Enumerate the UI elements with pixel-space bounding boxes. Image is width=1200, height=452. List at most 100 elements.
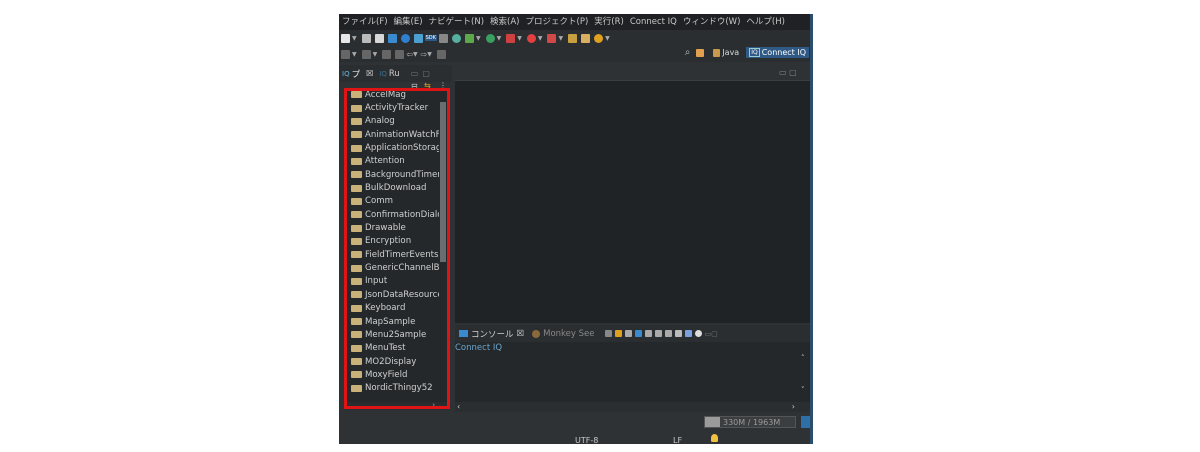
memory-indicator: 330M / 1963M [704, 416, 796, 428]
scroll-right-icon[interactable]: › [432, 401, 435, 409]
lightbulb-icon[interactable] [711, 434, 718, 442]
tree-item[interactable]: Drawable [345, 221, 439, 234]
prev-annotation-icon[interactable] [395, 49, 405, 59]
font-icon[interactable] [684, 329, 692, 337]
display-console-icon[interactable] [644, 329, 652, 337]
tree-item[interactable]: Attention [345, 155, 439, 168]
tab-monkey-see-label: Monkey See [543, 328, 595, 339]
tree-horizontal-scrollbar[interactable]: › [345, 401, 449, 410]
menu-navigate[interactable]: ナビゲート(N) [426, 14, 488, 30]
close-tab-icon[interactable]: ☒ [366, 69, 373, 78]
scroll-lock-icon[interactable] [614, 329, 622, 337]
tree-item[interactable]: Analog [345, 115, 439, 128]
tree-vertical-scrollbar[interactable] [440, 102, 446, 262]
monkey-icon[interactable] [451, 33, 461, 43]
tree-item[interactable]: Comm [345, 195, 439, 208]
open-task-icon[interactable] [581, 33, 591, 43]
tree-item[interactable]: AnimationWatchFa [345, 128, 439, 141]
perspective-java[interactable]: Java [710, 47, 742, 58]
gear-icon[interactable] [694, 329, 702, 337]
debug-icon[interactable] [464, 33, 474, 43]
back-arrow-icon[interactable]: ⇦ [406, 50, 413, 59]
editor-minmax-icon[interactable]: ▭ ▢ [779, 68, 797, 77]
pin-icon[interactable] [361, 49, 371, 59]
menu-run[interactable]: 実行(R) [591, 14, 627, 30]
settings-icon[interactable] [400, 33, 410, 43]
tree-item[interactable]: ApplicationStorage [345, 141, 439, 154]
pin-console-icon[interactable] [634, 329, 642, 337]
garbage-collect-icon[interactable] [801, 416, 810, 428]
stop-icon[interactable] [526, 33, 536, 43]
console-vertical-scrollbar[interactable]: ˄ ˅ [801, 354, 809, 398]
console-minmax-icon[interactable]: ▭▢ [705, 330, 718, 338]
tree-item[interactable]: Menu2Sample [345, 328, 439, 341]
scroll-left-icon[interactable]: ‹ [457, 402, 460, 411]
external-tools-icon[interactable] [506, 33, 516, 43]
menu-file[interactable]: ファイル(F) [339, 14, 391, 30]
tree-item[interactable]: GenericChannelBur [345, 261, 439, 274]
tab-project-explorer[interactable]: IQ プ ☒ [339, 68, 376, 80]
tree-item[interactable]: BackgroundTimer [345, 168, 439, 181]
save-icon[interactable] [361, 33, 371, 43]
open-console-icon[interactable] [654, 329, 662, 337]
copy-icon[interactable] [674, 329, 682, 337]
new-icon[interactable] [341, 33, 350, 43]
word-wrap-icon[interactable] [624, 329, 632, 337]
console-panel[interactable]: Connect IQ ˄ ˅ ‹ › [455, 342, 811, 412]
menu-connect-iq[interactable]: Connect IQ [627, 14, 680, 30]
clear-console-icon[interactable] [604, 329, 612, 337]
editor-area[interactable] [455, 80, 811, 323]
tree-item[interactable]: ConfirmationDialog [345, 208, 439, 221]
scroll-down-icon[interactable]: ˅ [801, 386, 805, 394]
next-annotation-icon[interactable] [382, 49, 392, 59]
menu-search[interactable]: 検索(A) [487, 14, 522, 30]
open-perspective-icon[interactable] [696, 48, 705, 57]
folder-icon [351, 91, 362, 99]
build-icon[interactable] [413, 33, 423, 43]
menu-window[interactable]: ウィンドウ(W) [680, 14, 744, 30]
tree-item[interactable]: Keyboard [345, 302, 439, 315]
perspective-connect-iq[interactable]: IQ Connect IQ [746, 47, 809, 58]
device-icon[interactable] [438, 33, 448, 43]
tree-item[interactable]: Input [345, 275, 439, 288]
scroll-right-icon[interactable]: › [792, 402, 795, 411]
tab-monkey-see[interactable]: Monkey See [528, 329, 598, 339]
open-type-icon[interactable] [568, 33, 578, 43]
tree-item[interactable]: AccelMag [345, 88, 439, 101]
tree-item[interactable]: NordicThingy52 [345, 382, 439, 395]
project-tree: AccelMag ActivityTracker Analog Animatio… [345, 88, 439, 395]
tree-item[interactable]: BulkDownload [345, 181, 439, 194]
menu-edit[interactable]: 編集(E) [391, 14, 426, 30]
search-icon[interactable] [594, 33, 604, 43]
tree-item-label: MapSample [365, 316, 416, 327]
save-all-icon[interactable] [374, 33, 384, 43]
menu-help[interactable]: ヘルプ(H) [743, 14, 788, 30]
terminal-icon[interactable] [387, 33, 397, 43]
scroll-up-icon[interactable]: ˄ [801, 354, 805, 362]
quick-access-search-icon[interactable]: ⌕ [685, 47, 691, 58]
menu-project[interactable]: プロジェクト(P) [523, 14, 592, 30]
tree-item[interactable]: JsonDataResources [345, 288, 439, 301]
close-tab-icon[interactable]: ☒ [517, 329, 525, 339]
sdk-manager-icon[interactable]: SDK [424, 35, 437, 41]
tree-item[interactable]: MoxyField [345, 368, 439, 381]
tab-run[interactable]: IQ Ru [376, 69, 403, 79]
forward-arrow-icon[interactable]: ⇨ [421, 50, 428, 59]
tree-item[interactable]: MapSample [345, 315, 439, 328]
connect-iq-small-icon-2: IQ [379, 69, 387, 78]
run-icon[interactable] [485, 33, 495, 43]
maximize-icon[interactable]: ▢ [422, 69, 430, 78]
minimize-icon[interactable]: ▭ [411, 69, 419, 78]
new-console-icon[interactable] [664, 329, 672, 337]
tree-item[interactable]: Encryption [345, 235, 439, 248]
tree-item[interactable]: MO2Display [345, 355, 439, 368]
coverage-icon[interactable] [547, 33, 557, 43]
tree-item[interactable]: FieldTimerEvents [345, 248, 439, 261]
annotation-icon[interactable] [341, 49, 350, 59]
last-edit-icon[interactable] [436, 49, 446, 59]
tab-console[interactable]: コンソール ☒ [455, 328, 528, 340]
tree-item[interactable]: ActivityTracker [345, 101, 439, 114]
tree-item[interactable]: MenuTest [345, 342, 439, 355]
console-horizontal-scrollbar[interactable]: ‹ › [455, 402, 811, 412]
main-toolbar: ▼ SDK ▼ ▼ ▼ ▼ ▼ ▼ [339, 30, 813, 46]
